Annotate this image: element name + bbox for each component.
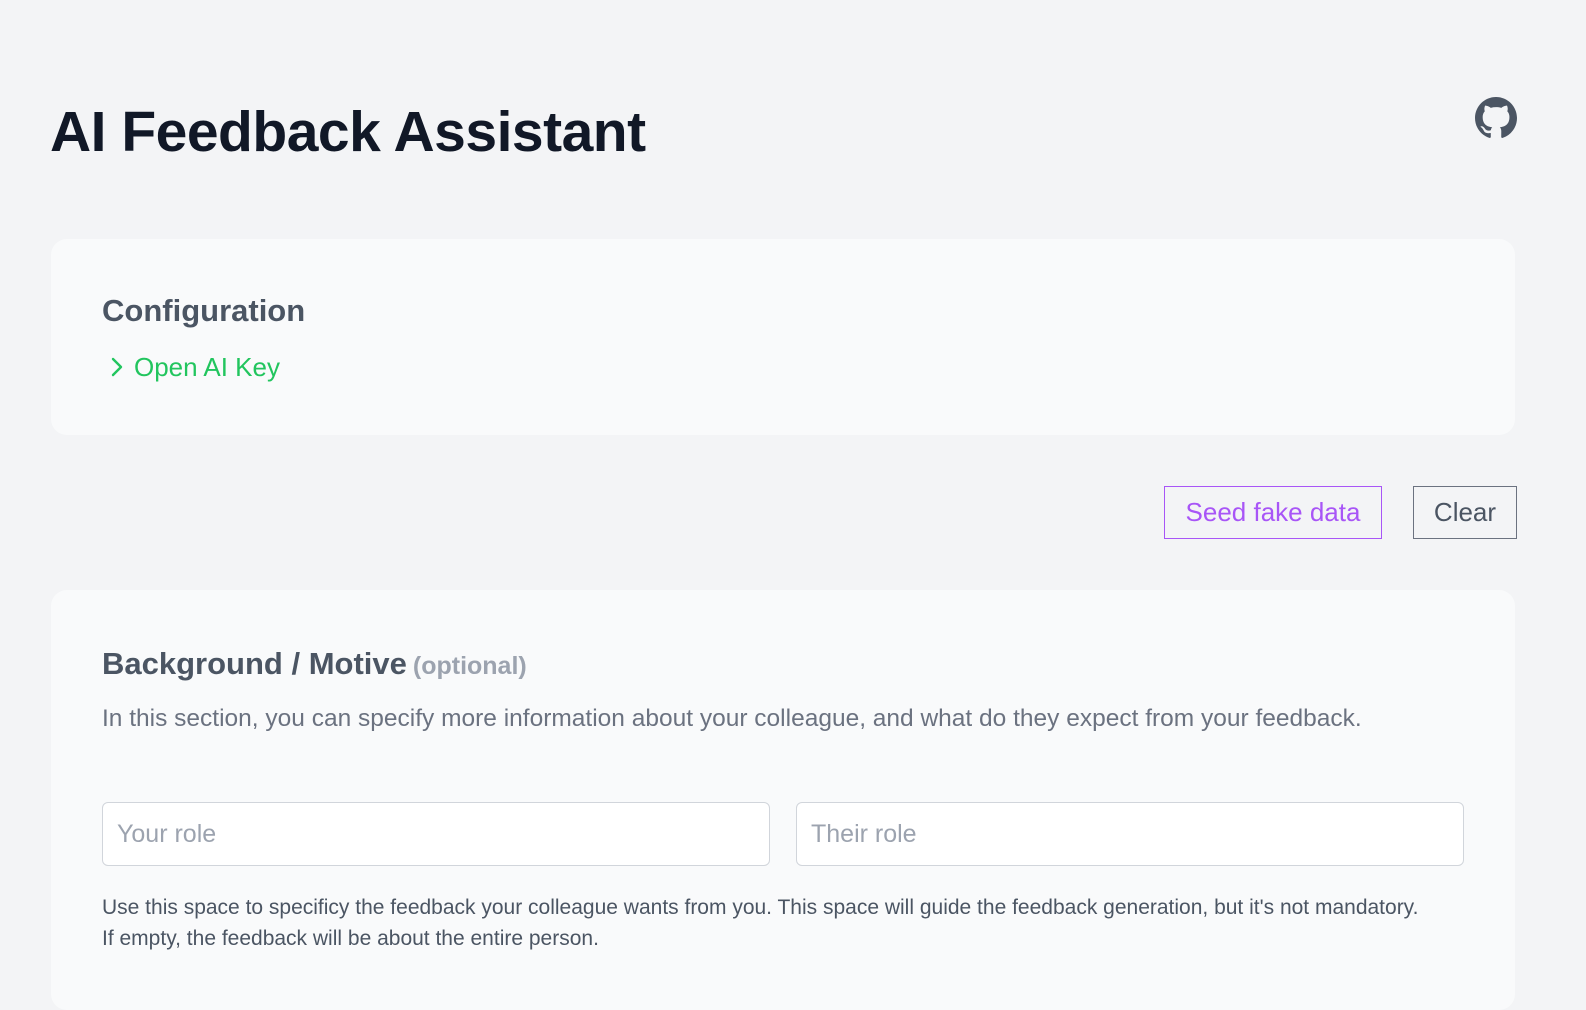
- background-description: In this section, you can specify more in…: [102, 705, 1362, 732]
- their-role-input[interactable]: [796, 802, 1464, 866]
- feedback-hint-line2: If empty, the feedback will be about the…: [102, 927, 599, 950]
- github-link[interactable]: [1475, 97, 1517, 139]
- your-role-input[interactable]: [102, 802, 770, 866]
- feedback-hint: Use this space to specificy the feedback…: [102, 892, 1442, 954]
- configuration-title: Configuration: [102, 293, 306, 328]
- background-card: Background / Motive (optional) In this se…: [51, 590, 1515, 1010]
- background-title: Background / Motive (optional): [102, 644, 527, 686]
- optional-tag: (optional): [412, 652, 527, 680]
- seed-fake-data-button[interactable]: Seed fake data: [1164, 486, 1382, 539]
- feedback-hint-line1: Use this space to specificy the feedback…: [102, 896, 1419, 919]
- page-title: AI Feedback Assistant: [50, 100, 646, 164]
- background-title-text: Background / Motive: [102, 646, 407, 681]
- configuration-card: Configuration Open AI Key: [51, 239, 1515, 435]
- github-icon: [1475, 97, 1517, 138]
- clear-button[interactable]: Clear: [1413, 486, 1517, 539]
- openai-key-label: Open AI Key: [134, 352, 280, 382]
- openai-key-toggle[interactable]: Open AI Key: [108, 351, 280, 383]
- chevron-right-icon: [111, 357, 123, 377]
